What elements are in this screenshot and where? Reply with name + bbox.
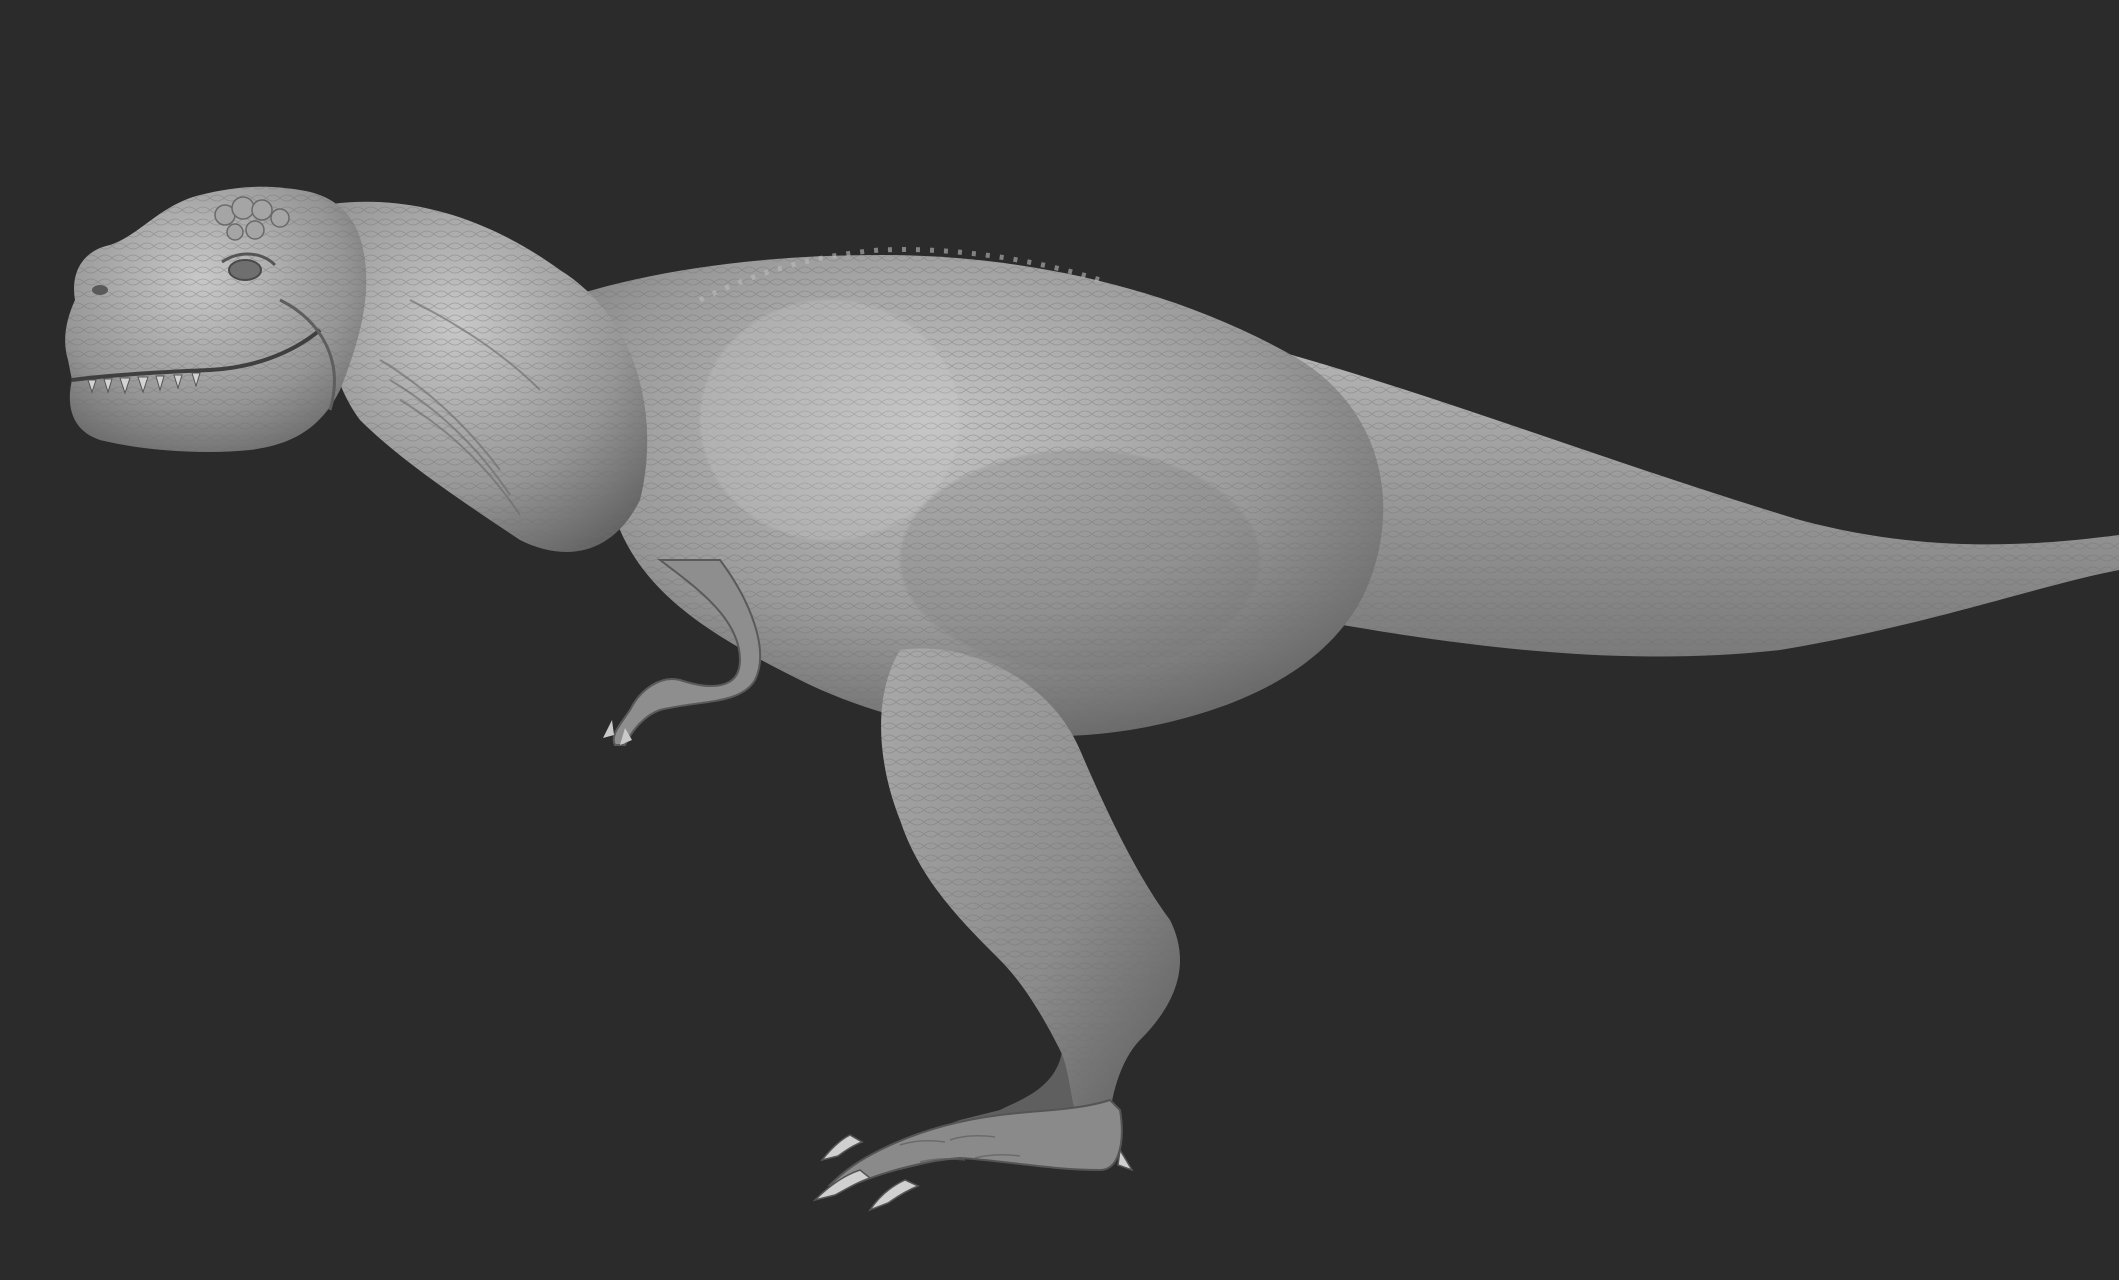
head [65,186,367,452]
near-leg [812,648,1180,1212]
t-rex-sculpt-render [65,186,2119,1212]
sculpt-viewport[interactable] [0,0,2119,1280]
eye [228,259,262,281]
